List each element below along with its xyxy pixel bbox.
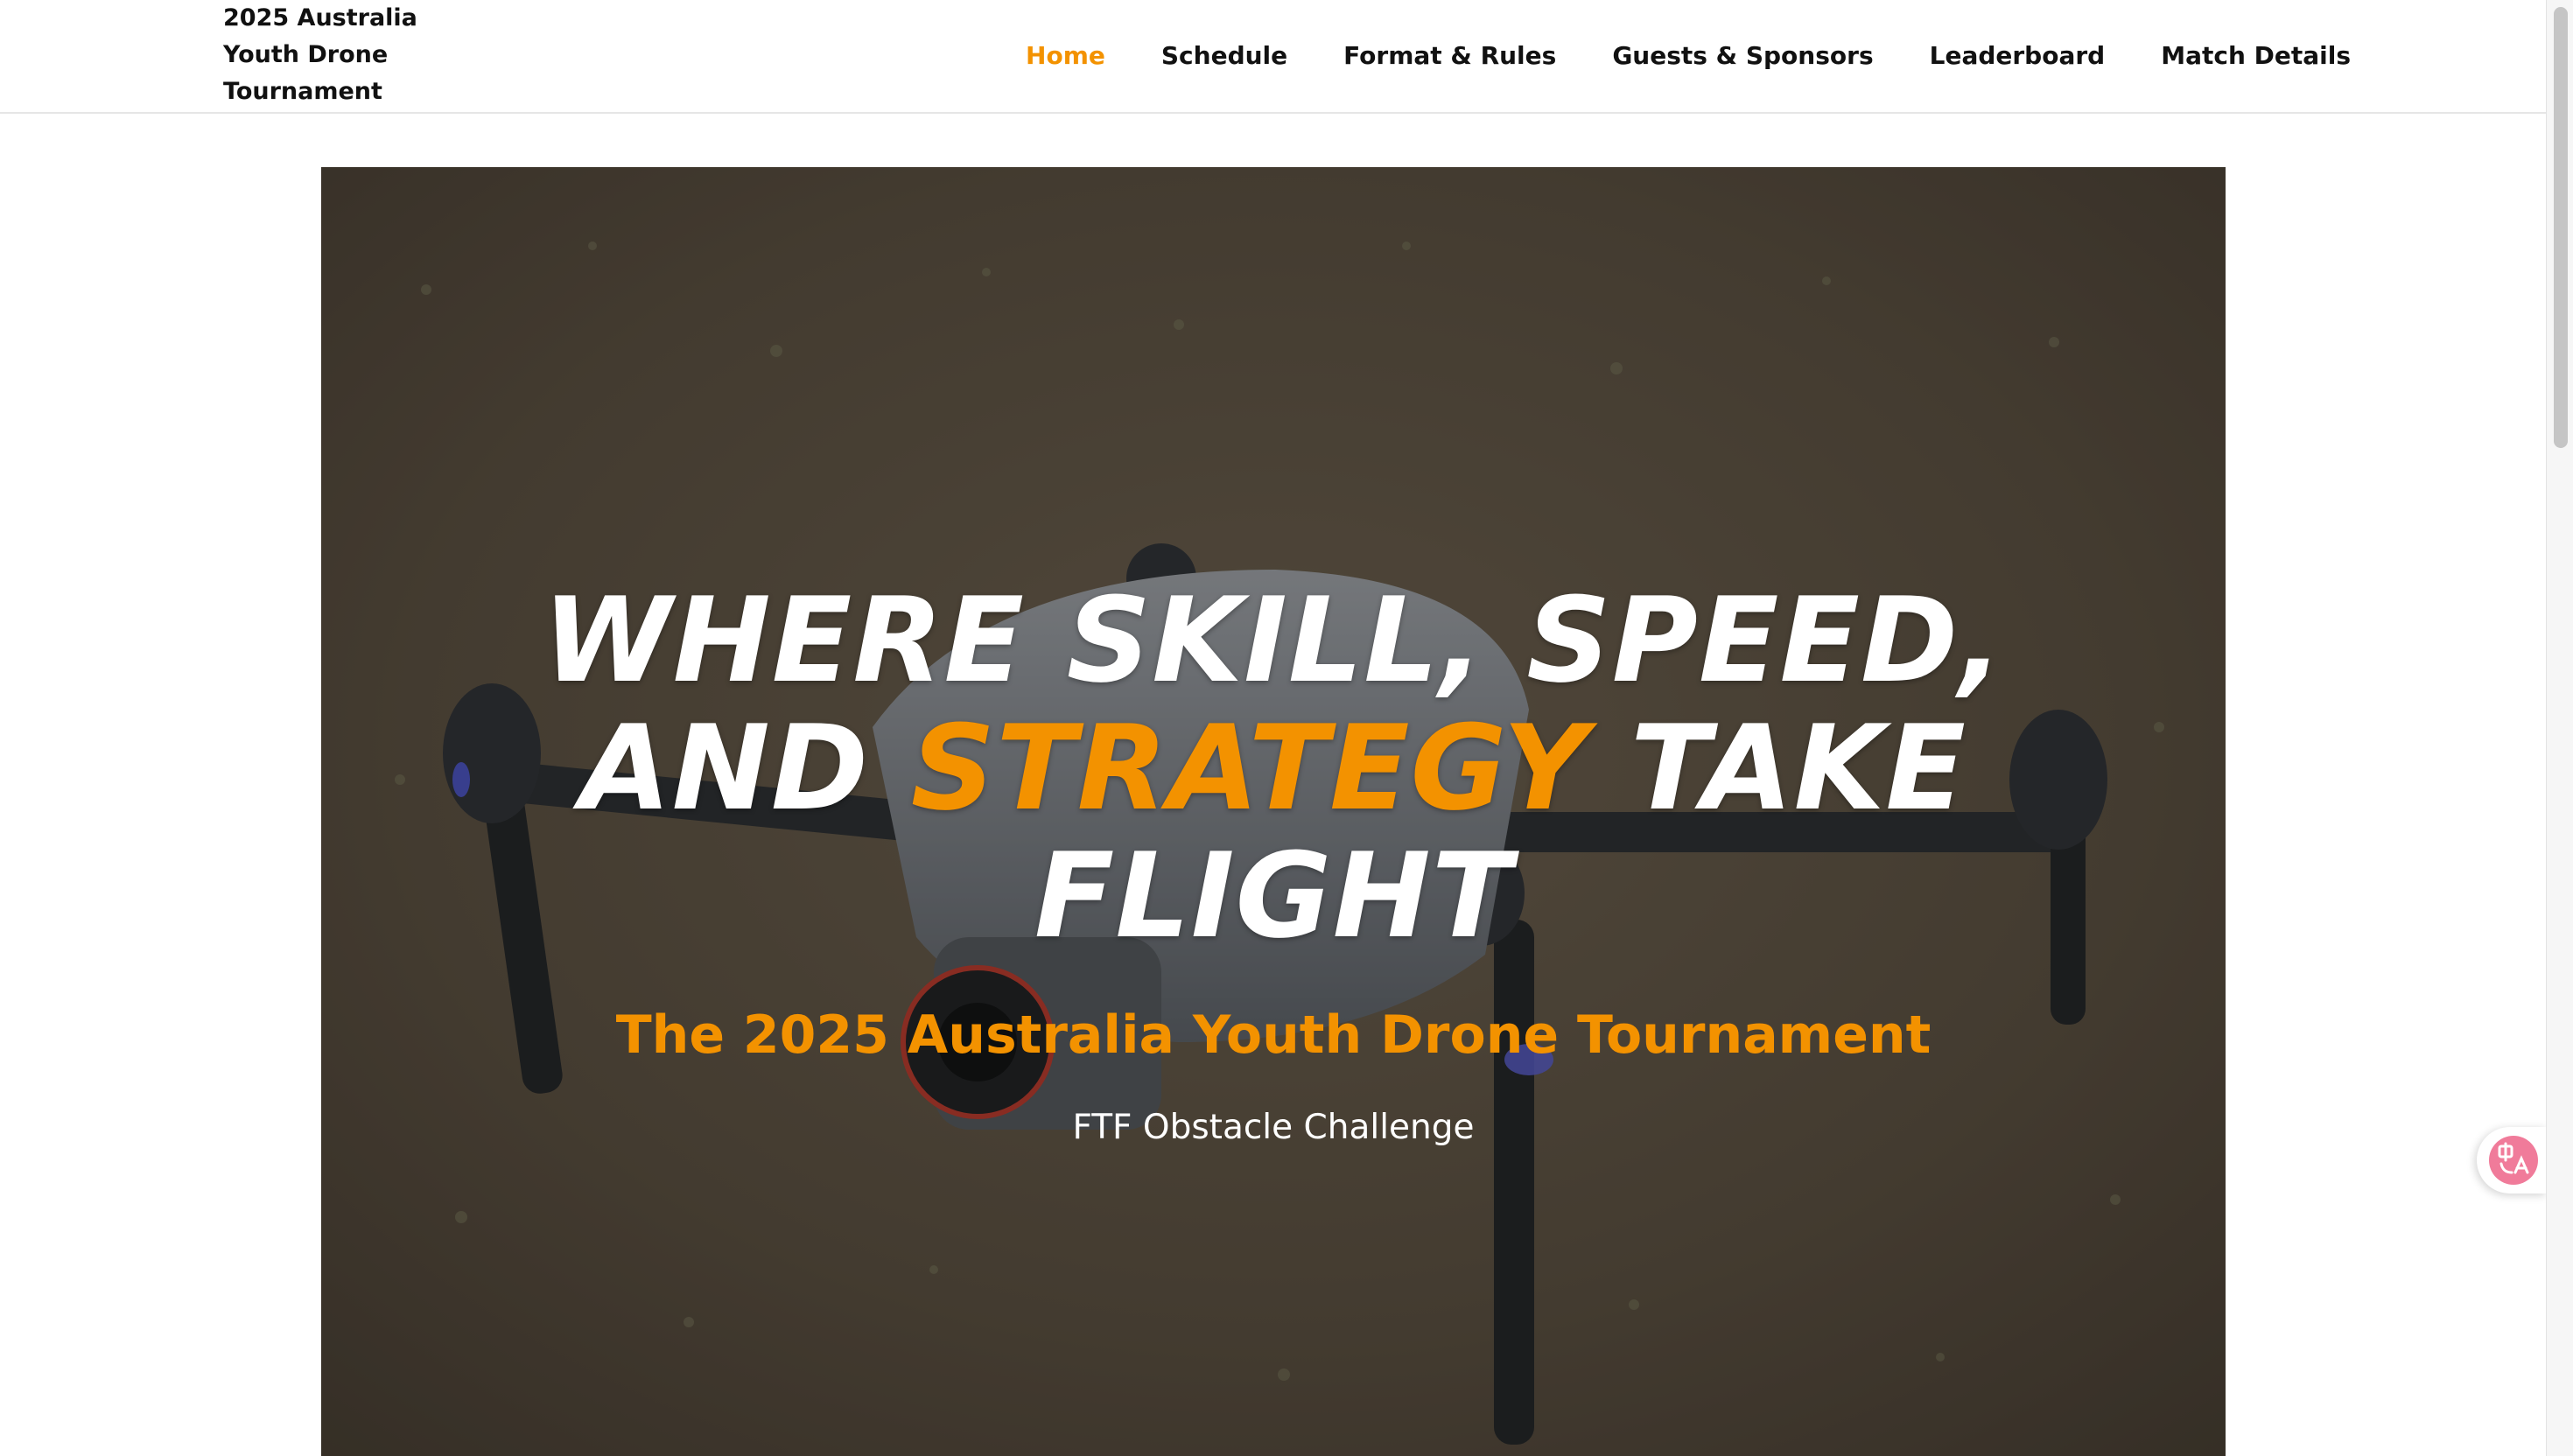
scrollbar-thumb[interactable] bbox=[2554, 7, 2568, 448]
headline-line-1: WHERE SKILL, SPEED, bbox=[542, 572, 2005, 709]
hero-subtitle: The 2025 Australia Youth Drone Tournamen… bbox=[615, 1004, 1932, 1066]
nav-guests-sponsors[interactable]: Guests & Sponsors bbox=[1612, 35, 1873, 77]
translate-widget[interactable] bbox=[2477, 1127, 2547, 1194]
nav-format-rules[interactable]: Format & Rules bbox=[1343, 35, 1556, 77]
hero-tagline: FTF Obstacle Challenge bbox=[1072, 1108, 1475, 1147]
site-brand[interactable]: 2025 Australia Youth Drone Tournament bbox=[223, 0, 468, 110]
headline-line-3: FLIGHT bbox=[1034, 828, 1513, 964]
page-scrollbar[interactable] bbox=[2546, 0, 2573, 1456]
translate-icon[interactable] bbox=[2489, 1136, 2538, 1185]
nav-home[interactable]: Home bbox=[1026, 35, 1105, 77]
main-nav: Home Schedule Format & Rules Guests & Sp… bbox=[1026, 35, 2351, 77]
nav-leaderboard[interactable]: Leaderboard bbox=[1930, 35, 2106, 77]
nav-schedule[interactable]: Schedule bbox=[1161, 35, 1287, 77]
hero-banner: WHERE SKILL, SPEED, AND STRATEGY TAKE FL… bbox=[321, 167, 2226, 1456]
headline-accent-word: STRATEGY bbox=[910, 700, 1589, 836]
headline-line-2-end: TAKE bbox=[1630, 700, 1967, 836]
page: 2025 Australia Youth Drone Tournament Ho… bbox=[0, 0, 2573, 1456]
site-header: 2025 Australia Youth Drone Tournament Ho… bbox=[0, 0, 2547, 114]
headline-line-2-start: AND bbox=[579, 700, 870, 836]
nav-match-details[interactable]: Match Details bbox=[2161, 35, 2351, 77]
hero-headline: WHERE SKILL, SPEED, AND STRATEGY TAKE FL… bbox=[321, 577, 2226, 960]
